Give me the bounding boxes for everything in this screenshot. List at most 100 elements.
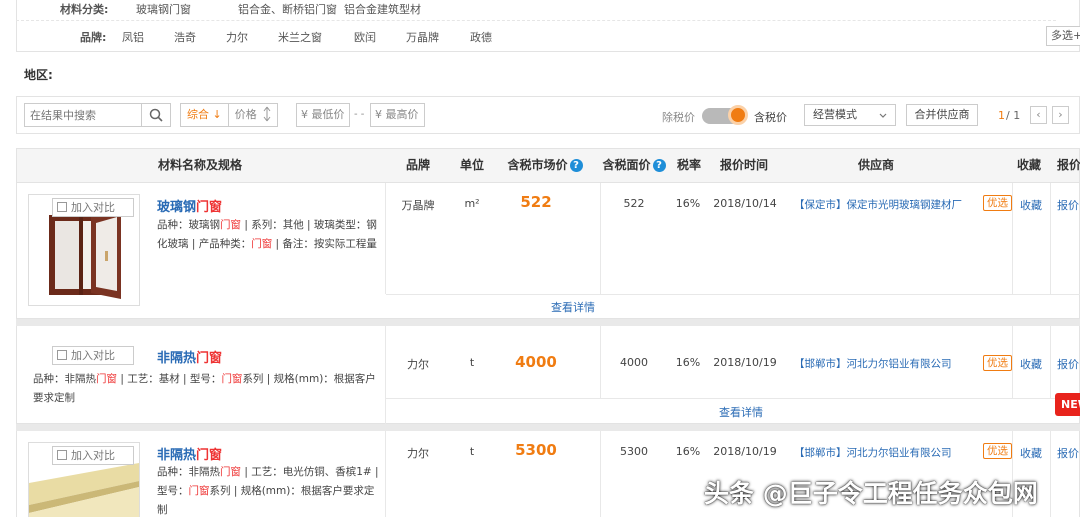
- min-price-input[interactable]: ¥ 最低价: [296, 103, 350, 127]
- row-gap: [16, 319, 1080, 326]
- brand-filter-label: 品牌:: [80, 31, 107, 44]
- product-name-prefix: 玻璃钢: [157, 200, 197, 215]
- quote-time-cell: 2018/10/19: [713, 445, 777, 458]
- product-name-highlight: 门窗: [196, 200, 223, 215]
- spec-highlight: 门窗: [251, 238, 273, 250]
- market-price-cell: 5300: [515, 441, 557, 459]
- face-price-cell: 4000: [620, 356, 648, 369]
- category-item[interactable]: 铝合金建筑型材: [344, 1, 421, 17]
- brand-item[interactable]: 浩奇: [174, 29, 196, 45]
- sort-price-label: 价格: [234, 108, 257, 121]
- merge-suppliers-button[interactable]: 合并供应商: [906, 104, 978, 126]
- region-label: 地区:: [24, 68, 53, 82]
- row-divider: [385, 431, 386, 517]
- search-input[interactable]: [25, 104, 141, 126]
- preferred-badge: 优选: [983, 443, 1012, 459]
- brand-item[interactable]: 米兰之窗: [278, 29, 322, 45]
- row-divider: [1012, 326, 1013, 398]
- brand-item[interactable]: 欧闰: [354, 29, 376, 45]
- favorite-link[interactable]: 收藏: [1020, 445, 1042, 461]
- next-page-button[interactable]: ›: [1052, 106, 1069, 124]
- search-button[interactable]: [141, 104, 170, 126]
- category-item[interactable]: 铝合金、断桥铝门窗: [238, 1, 337, 17]
- supplier-link[interactable]: 【保定市】保定市光明玻璃钢建材厂: [794, 197, 962, 212]
- brand-item[interactable]: 凤铝: [122, 29, 144, 45]
- brand-item[interactable]: 力尔: [226, 29, 248, 45]
- row-divider: [386, 294, 1080, 295]
- row-divider: [385, 326, 386, 424]
- prev-page-button[interactable]: ‹: [1030, 106, 1047, 124]
- quote-link[interactable]: 报价: [1057, 356, 1079, 372]
- row-divider: [600, 183, 601, 294]
- quote-link[interactable]: 报价: [1057, 197, 1079, 213]
- favorite-link[interactable]: 收藏: [1020, 356, 1042, 372]
- header-brand: 品牌: [405, 158, 430, 172]
- preferred-badge: 优选: [983, 355, 1012, 371]
- tax-rate-cell: 16%: [675, 197, 701, 210]
- sort-price[interactable]: 价格: [229, 104, 278, 126]
- product-spec: 品种：玻璃钢门窗 | 系列：其他 | 玻璃类型：钢化玻璃 | 产品种类：门窗 |…: [157, 216, 381, 254]
- supplier-link[interactable]: 【邯郸市】河北力尔铝业有限公司: [794, 445, 952, 460]
- quote-time-cell: 2018/10/19: [713, 356, 777, 369]
- header-quote: 报价: [1056, 158, 1080, 172]
- market-price-cell: 4000: [515, 353, 557, 371]
- business-mode-select[interactable]: 经营模式: [804, 104, 896, 126]
- product-name-highlight: 门窗: [196, 351, 223, 366]
- filter-divider: [16, 20, 1056, 21]
- help-icon[interactable]: ?: [652, 159, 666, 172]
- category-filter-label: 材料分类:: [60, 3, 109, 16]
- row-divider: [1050, 183, 1051, 294]
- search-icon: [149, 108, 163, 122]
- compare-label: 加入对比: [71, 349, 115, 362]
- spec-text: | 工艺：基材 | 型号：: [117, 373, 222, 385]
- header-tax-rate: 税率: [676, 158, 701, 172]
- category-item[interactable]: 玻璃钢门窗: [136, 1, 191, 17]
- checkbox-icon: [57, 202, 67, 212]
- view-details-link[interactable]: 查看详情: [708, 404, 774, 420]
- row-divider: [1012, 183, 1013, 294]
- unit-cell: m²: [464, 197, 480, 210]
- header-market-price-label: 含税市场价: [507, 158, 568, 172]
- add-compare-checkbox[interactable]: 加入对比: [52, 446, 134, 465]
- product-name-link[interactable]: 非隔热门窗: [157, 444, 222, 463]
- brand-cell: 万晶牌: [401, 199, 435, 212]
- tax-toggle[interactable]: [702, 105, 748, 125]
- add-compare-checkbox[interactable]: 加入对比: [52, 346, 134, 365]
- view-details-link[interactable]: 查看详情: [540, 299, 606, 315]
- face-price-cell: 5300: [620, 445, 648, 458]
- row-divider: [1050, 326, 1051, 398]
- product-name-link[interactable]: 非隔热门窗: [157, 347, 222, 366]
- compare-label: 加入对比: [71, 201, 115, 214]
- supplier-link[interactable]: 【邯郸市】河北力尔铝业有限公司: [794, 356, 952, 371]
- tax-rate-cell: 16%: [675, 356, 701, 369]
- unit-cell: t: [469, 445, 475, 458]
- help-icon[interactable]: ?: [569, 159, 583, 172]
- spec-highlight: 门窗: [221, 373, 243, 385]
- brand-item[interactable]: 政德: [470, 29, 492, 45]
- brand-cell: 力尔: [407, 358, 429, 371]
- sort-composite[interactable]: 综合 ↓: [181, 104, 229, 126]
- new-badge: NEW: [1055, 393, 1080, 416]
- add-compare-checkbox[interactable]: 加入对比: [52, 198, 134, 217]
- header-unit: 单位: [459, 158, 484, 172]
- search-box: [24, 103, 171, 127]
- spec-text: 品种：非隔热: [157, 466, 220, 478]
- product-spec: 品种：非隔热门窗 | 工艺：电光仿铜、香槟1# | 型号：门窗系列 | 规格(m…: [157, 463, 381, 517]
- market-price-cell: 522: [520, 193, 552, 211]
- quote-link[interactable]: 报价: [1057, 445, 1079, 461]
- page-total: / 1: [1006, 109, 1021, 122]
- brand-item[interactable]: 万晶牌: [406, 29, 439, 45]
- tax-rate-cell: 16%: [675, 445, 701, 458]
- row-divider: [600, 431, 601, 517]
- excl-tax-label: 除税价: [662, 111, 695, 124]
- product-name-link[interactable]: 玻璃钢门窗: [157, 196, 222, 215]
- spec-highlight: 门窗: [220, 219, 241, 231]
- brand-cell: 力尔: [407, 447, 429, 460]
- header-quote-time: 报价时间: [719, 158, 768, 172]
- business-mode-value: 经营模式: [813, 108, 857, 121]
- toggle-knob: [728, 105, 748, 125]
- max-price-input[interactable]: ¥ 最高价: [370, 103, 425, 127]
- chevron-down-icon: [879, 113, 887, 118]
- favorite-link[interactable]: 收藏: [1020, 197, 1042, 213]
- multi-select-button[interactable]: 多选+: [1046, 26, 1080, 46]
